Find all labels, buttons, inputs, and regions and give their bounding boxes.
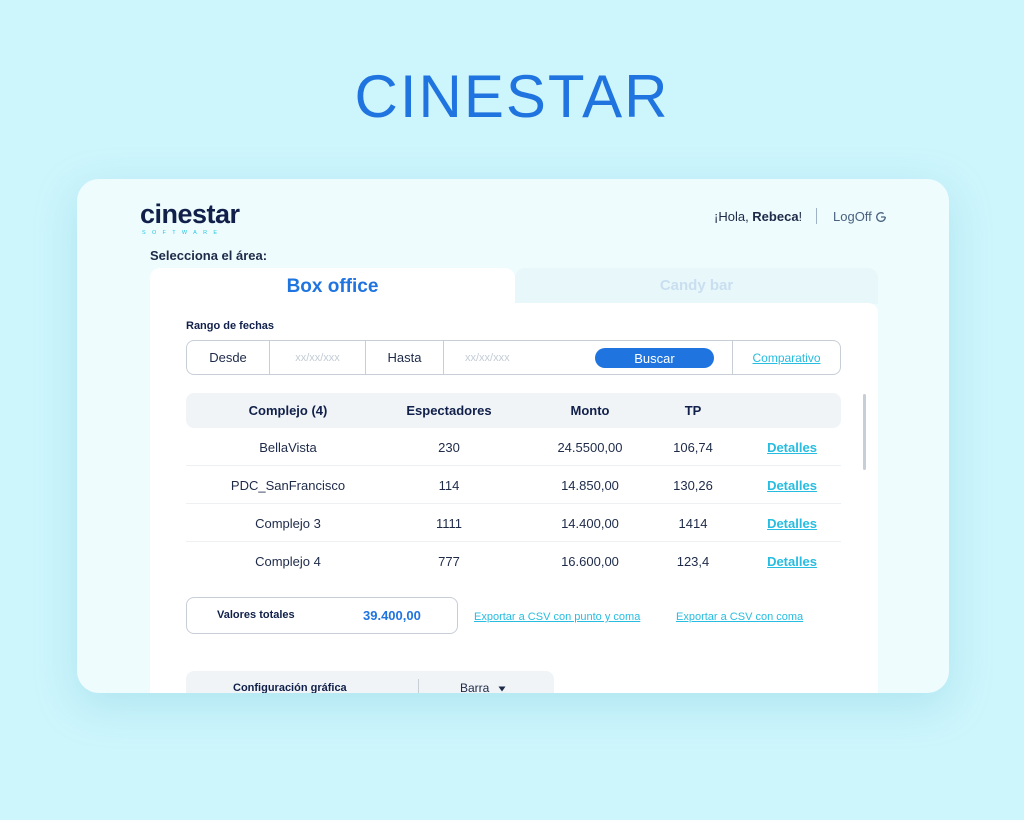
- details-link[interactable]: Detalles: [742, 440, 842, 455]
- totals-label: Valores totales: [217, 609, 295, 621]
- export-csv-semicolon-link[interactable]: Exportar a CSV con punto y coma: [474, 611, 640, 623]
- logoff-button[interactable]: LogOff: [833, 209, 887, 224]
- box-office-panel: Rango de fechas Desde xx/xx/xxx Hasta xx…: [150, 303, 878, 693]
- table-row: Complejo 4 777 16.600,00 123,4 Detalles: [186, 542, 841, 580]
- details-link[interactable]: Detalles: [742, 516, 842, 531]
- hero-title: CINESTAR: [354, 63, 670, 130]
- chart-type-value: Barra: [460, 681, 490, 693]
- logo-subtitle: SOFTWARE: [142, 230, 224, 236]
- from-label: Desde: [187, 341, 270, 374]
- user-greeting: ¡Hola, Rebeca!: [714, 209, 802, 224]
- date-range-label: Rango de fechas: [186, 320, 275, 332]
- table-row: Complejo 3 1111 14.400,00 1414 Detalles: [186, 504, 841, 542]
- header-monto[interactable]: Monto: [531, 403, 649, 418]
- greeting-suffix: !: [798, 209, 803, 224]
- cell-espectadores: 230: [438, 440, 460, 455]
- chart-config-divider: [418, 679, 419, 693]
- cell-complejo: Complejo 4: [255, 554, 321, 569]
- cell-monto: 24.5500,00: [557, 440, 623, 455]
- cell-complejo: PDC_SanFrancisco: [230, 478, 346, 493]
- header-espectadores[interactable]: Espectadores: [386, 403, 512, 418]
- cell-complejo: BellaVista: [259, 440, 317, 455]
- power-icon: [875, 211, 886, 222]
- table-row: BellaVista 230 24.5500,00 106,74 Detalle…: [186, 428, 841, 466]
- cell-espectadores: 1111: [435, 516, 463, 531]
- cell-espectadores: 777: [438, 554, 460, 569]
- cell-monto: 14.400,00: [561, 516, 619, 531]
- cell-tp: 130,26: [673, 478, 713, 493]
- table-header: Complejo (4) Espectadores Monto TP: [186, 393, 841, 428]
- to-date-input[interactable]: xx/xx/xxx Buscar: [444, 341, 733, 374]
- area-label: Selecciona el área:: [150, 248, 268, 263]
- user-name: Rebeca: [752, 209, 799, 224]
- cell-espectadores: 114: [438, 478, 460, 493]
- app-window: cinestar SOFTWARE ¡Hola, Rebeca! LogOff …: [77, 179, 949, 693]
- details-link[interactable]: Detalles: [742, 478, 842, 493]
- totals-box: Valores totales 39.400,00: [186, 597, 458, 634]
- from-date-input[interactable]: xx/xx/xxx: [270, 341, 366, 374]
- logo-wordmark: cinestar: [140, 199, 240, 229]
- cell-tp: 123,4: [676, 554, 710, 569]
- logoff-label: LogOff: [833, 209, 872, 224]
- greeting-prefix: ¡Hola,: [714, 209, 753, 224]
- details-link[interactable]: Detalles: [742, 554, 842, 569]
- cell-monto: 14.850,00: [561, 478, 619, 493]
- table-scrollbar[interactable]: [863, 394, 866, 470]
- header-divider: [816, 208, 817, 224]
- tab-box-office[interactable]: Box office: [150, 268, 515, 308]
- totals-value: 39.400,00: [363, 608, 421, 623]
- tab-candy-bar[interactable]: Candy bar: [515, 268, 878, 304]
- cell-monto: 16.600,00: [561, 554, 619, 569]
- cell-complejo: Complejo 3: [255, 516, 321, 531]
- chart-config-label: Configuración gráfica: [233, 682, 347, 693]
- header-complejo[interactable]: Complejo (4): [208, 403, 368, 418]
- export-csv-comma-link[interactable]: Exportar a CSV con coma: [676, 611, 803, 623]
- cell-tp: 1414: [678, 516, 708, 531]
- to-date-placeholder: xx/xx/xxx: [465, 351, 510, 364]
- triangle-down-icon: [498, 686, 506, 692]
- chart-type-select[interactable]: Barra: [460, 681, 507, 693]
- date-filter-bar: Desde xx/xx/xxx Hasta xx/xx/xxx Buscar C…: [186, 340, 841, 375]
- cinestar-logo[interactable]: cinestar SOFTWARE: [140, 199, 240, 237]
- cell-tp: 106,74: [673, 440, 713, 455]
- compare-link[interactable]: Comparativo: [733, 341, 840, 374]
- header-tp[interactable]: TP: [652, 403, 734, 418]
- search-button[interactable]: Buscar: [595, 348, 714, 368]
- to-label: Hasta: [366, 341, 444, 374]
- chart-config-bar: Configuración gráfica Barra: [186, 671, 554, 693]
- table-row: PDC_SanFrancisco 114 14.850,00 130,26 De…: [186, 466, 841, 504]
